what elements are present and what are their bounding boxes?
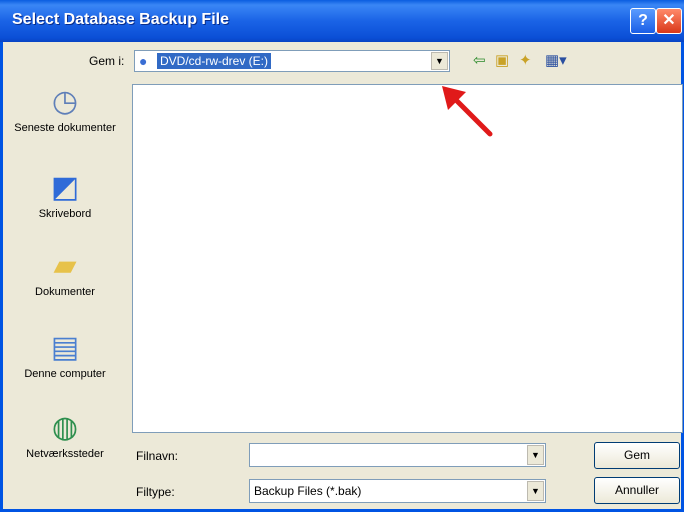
dialog-window: Select Database Backup File ? ✕ Gem i: ●… (0, 0, 684, 512)
place-label: Netværkssteder (26, 448, 104, 460)
lookin-label: Gem i: (89, 54, 125, 68)
file-list[interactable] (132, 84, 683, 433)
filetype-label: Filtype: (136, 485, 175, 499)
recent-documents-icon: ◷ (51, 85, 79, 118)
place-documents[interactable]: ▰ Dokumenter (3, 246, 127, 299)
filename-label: Filnavn: (136, 449, 179, 463)
filename-input[interactable]: ▼ (249, 443, 546, 467)
lookin-combo[interactable]: ● DVD/cd-rw-drev (E:) ▼ (134, 50, 450, 72)
place-label: Seneste dokumenter (14, 122, 116, 134)
up-folder-icon[interactable]: ▣ (495, 52, 509, 70)
place-desktop[interactable]: ◩ Skrivebord (3, 168, 127, 221)
annotation-arrow (442, 86, 493, 137)
help-button[interactable]: ? (630, 8, 656, 34)
places-bar: ◷ Seneste dokumenter ◩ Skrivebord ▰ Doku… (3, 82, 127, 492)
place-label: Dokumenter (35, 286, 95, 298)
dialog-content: Gem i: ● DVD/cd-rw-drev (E:) ▼ ⇦ ▣ ✦ ▦▾ … (3, 42, 683, 509)
place-label: Denne computer (24, 368, 106, 380)
window-title: Select Database Backup File (12, 11, 229, 28)
drive-icon: ● (139, 53, 148, 69)
new-folder-icon[interactable]: ✦ (519, 52, 532, 70)
filetype-value: Backup Files (*.bak) (254, 484, 362, 498)
view-menu-icon[interactable]: ▦▾ (545, 52, 567, 70)
documents-folder-icon: ▰ (53, 249, 77, 282)
filename-dropdown-button[interactable]: ▼ (527, 445, 544, 465)
my-computer-icon: ▤ (50, 331, 80, 364)
place-network[interactable]: ◍ Netværkssteder (3, 408, 127, 461)
network-places-icon: ◍ (51, 411, 79, 444)
close-button[interactable]: ✕ (656, 8, 682, 34)
place-my-computer[interactable]: ▤ Denne computer (3, 328, 127, 381)
place-label: Skrivebord (38, 208, 92, 220)
lookin-value: DVD/cd-rw-drev (E:) (157, 53, 272, 69)
back-icon[interactable]: ⇦ (473, 52, 486, 70)
filetype-dropdown-button[interactable]: ▼ (527, 481, 544, 501)
place-recent-documents[interactable]: ◷ Seneste dokumenter (3, 82, 127, 135)
lookin-dropdown-button[interactable]: ▼ (431, 52, 448, 70)
desktop-icon: ◩ (50, 171, 80, 204)
title-bar[interactable]: Select Database Backup File ? ✕ (0, 0, 684, 42)
save-button[interactable]: Gem (594, 442, 680, 469)
filetype-select[interactable]: Backup Files (*.bak) ▼ (249, 479, 546, 503)
cancel-button[interactable]: Annuller (594, 477, 680, 504)
